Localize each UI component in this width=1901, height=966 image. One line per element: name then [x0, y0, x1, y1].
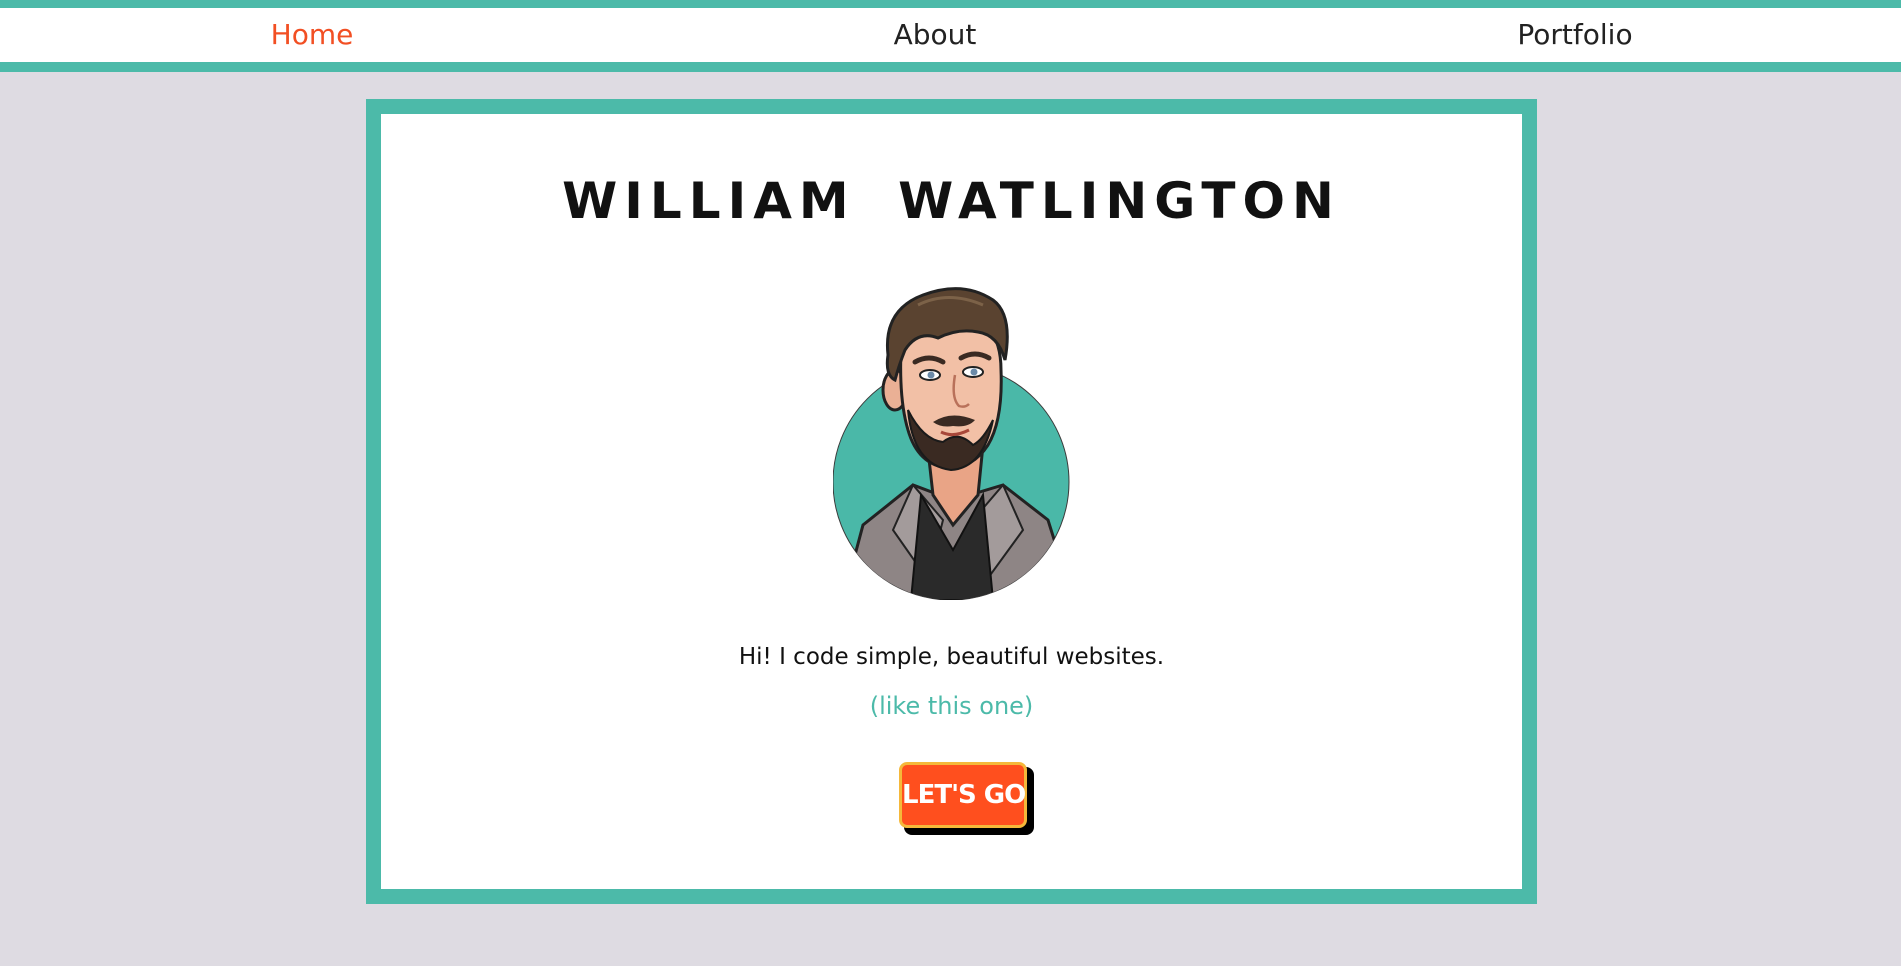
sub-tagline: (like this one) — [869, 692, 1034, 720]
hero-card: WILLIAM WATLINGTON Hi! I code simple, be… — [366, 99, 1537, 904]
nav-link-portfolio[interactable]: Portfolio — [1517, 18, 1632, 52]
tagline: Hi! I code simple, beautiful websites. — [738, 644, 1165, 670]
nav-link-about[interactable]: About — [894, 18, 977, 52]
nav-link-home[interactable]: Home — [271, 18, 354, 52]
lets-go-button[interactable]: LET'S GO — [899, 762, 1027, 828]
top-navbar: Home About Portfolio — [0, 0, 1901, 72]
avatar — [833, 287, 1070, 600]
page-title: WILLIAM WATLINGTON — [562, 172, 1341, 230]
